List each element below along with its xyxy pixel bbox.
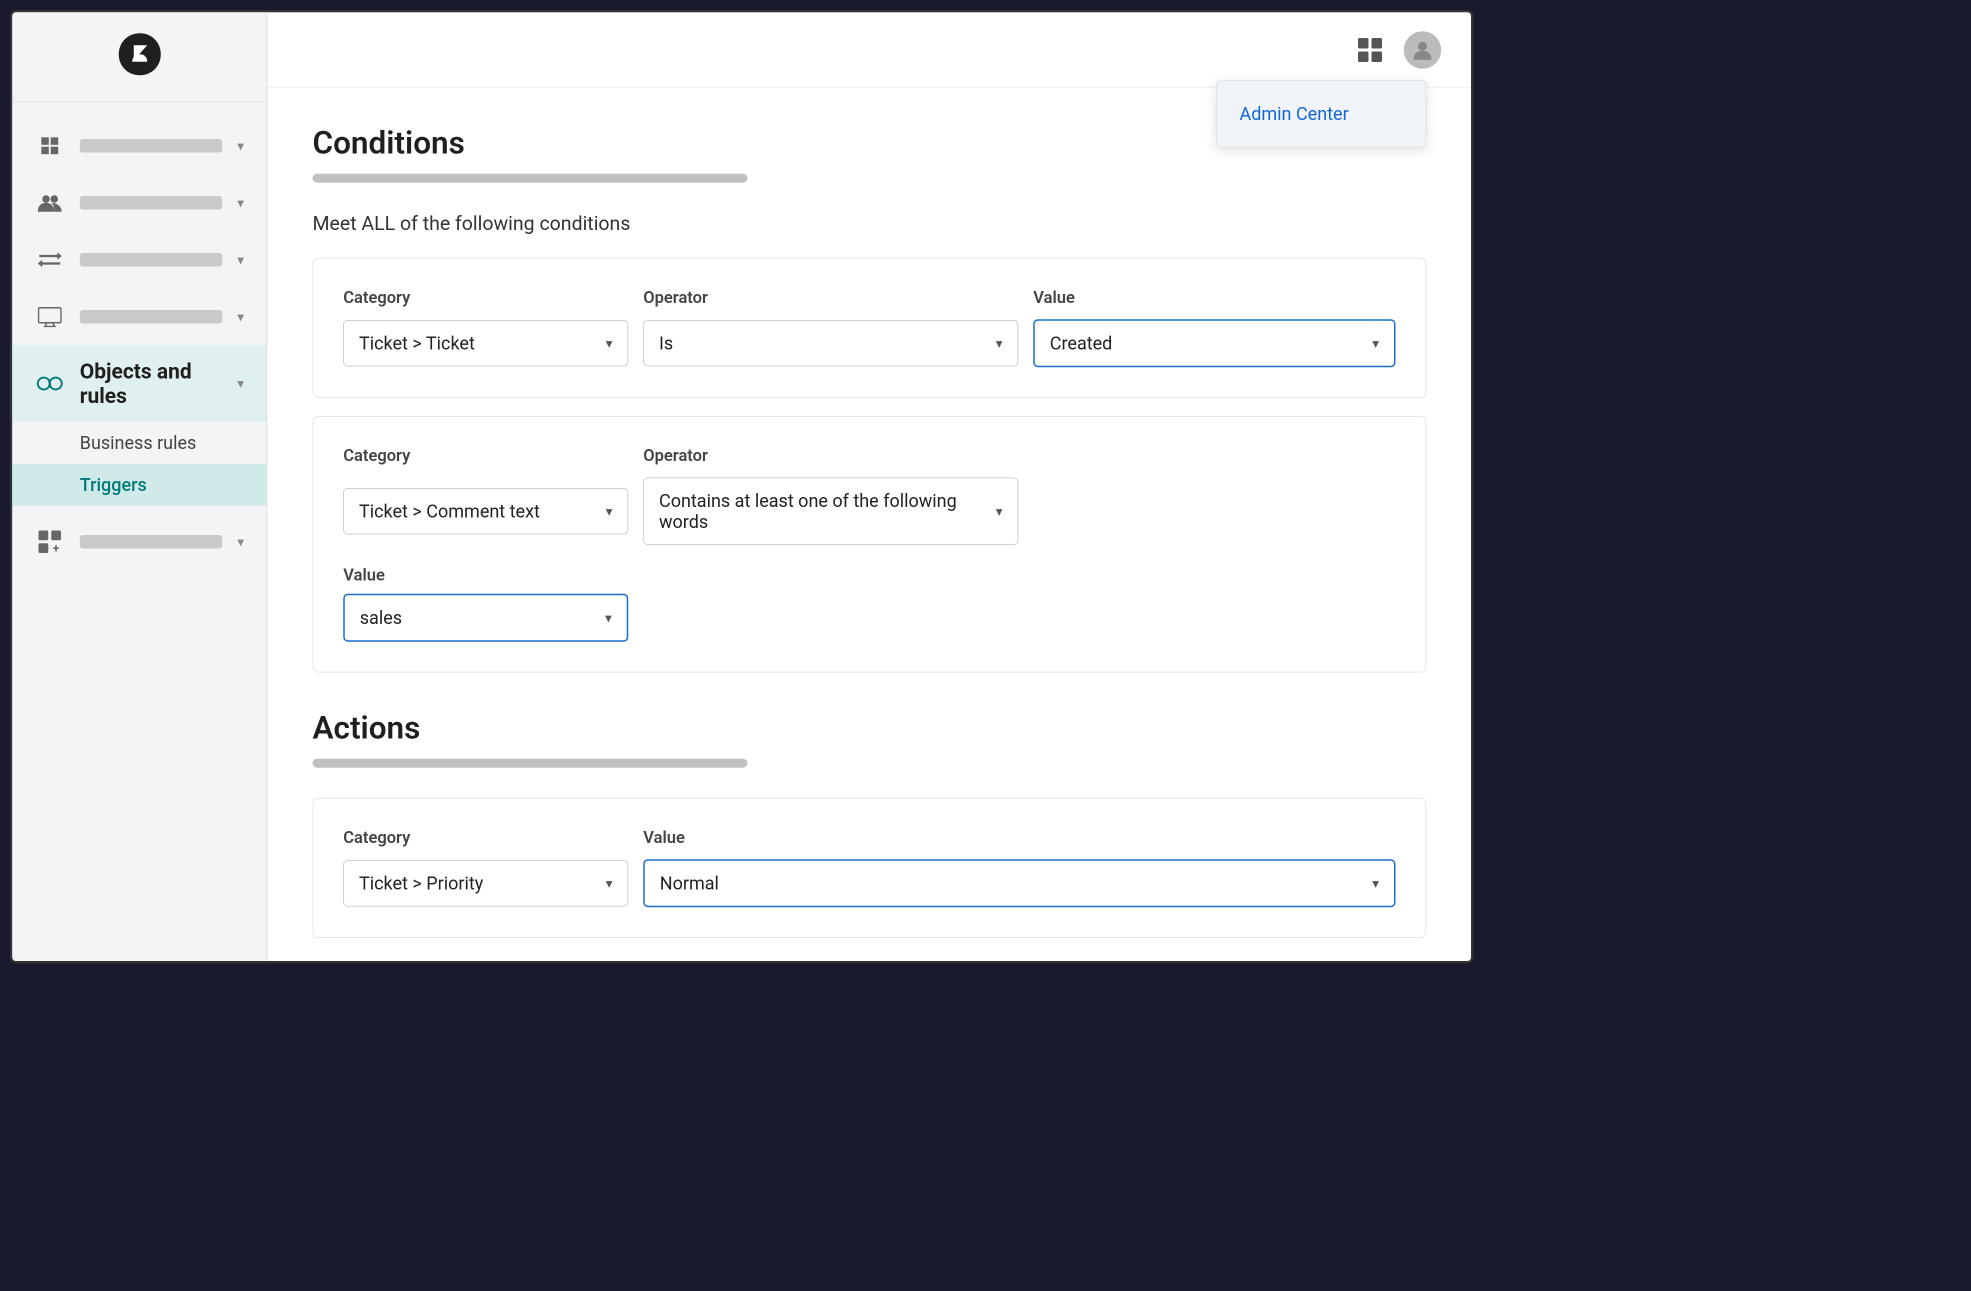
grid-dot bbox=[1371, 37, 1382, 48]
home-icon bbox=[35, 131, 65, 161]
people-icon bbox=[35, 188, 65, 218]
value-select-1[interactable]: Created ▾ bbox=[1033, 319, 1395, 367]
action-value-chevron-1: ▾ bbox=[1372, 875, 1379, 891]
svg-text:+: + bbox=[53, 541, 60, 554]
action-row1-labels: Category Value bbox=[343, 828, 1395, 847]
nav-label-bar bbox=[80, 535, 222, 549]
operator-select-1-text: Is bbox=[659, 333, 673, 354]
action-category-select-1[interactable]: Ticket > Priority ▾ bbox=[343, 860, 628, 907]
nav-chevron: ▾ bbox=[237, 252, 244, 268]
operator-select-2-text: Contains at least one of the following w… bbox=[659, 490, 988, 532]
category-select-2-text: Ticket > Comment text bbox=[359, 501, 540, 522]
grid-icon bbox=[1358, 37, 1382, 61]
sidebar-item-home[interactable]: ▾ bbox=[12, 117, 266, 174]
nav-label-bar bbox=[80, 310, 222, 324]
actions-title: Actions bbox=[312, 710, 1426, 747]
value-select-1-text: Created bbox=[1050, 333, 1113, 354]
row1-labels: Category Operator Value bbox=[343, 288, 1395, 307]
nav-chevron: ▾ bbox=[237, 195, 244, 211]
row2-value-section: Value sales ▾ bbox=[343, 566, 1395, 642]
action-card-1: Category Value Ticket > Priority ▾ Norma… bbox=[312, 798, 1426, 938]
category-select-2[interactable]: Ticket > Comment text ▾ bbox=[343, 488, 628, 535]
operator-label-1: Operator bbox=[643, 288, 1033, 307]
objects-rules-icon bbox=[35, 369, 65, 399]
sidebar-item-objects-and-rules[interactable]: Objects and rules ▾ bbox=[12, 345, 266, 422]
nav-chevron: ▾ bbox=[237, 309, 244, 325]
actions-section: Actions Category Value Ticket > Priority… bbox=[312, 710, 1426, 938]
action-row1-fields: Ticket > Priority ▾ Normal ▾ bbox=[343, 859, 1395, 907]
routing-icon bbox=[35, 245, 65, 275]
operator-select-1[interactable]: Is ▾ bbox=[643, 320, 1018, 367]
sidebar-item-triggers[interactable]: Triggers bbox=[12, 464, 266, 506]
header-icons bbox=[1351, 31, 1441, 69]
objects-and-rules-label: Objects and rules bbox=[80, 359, 222, 409]
value-label-2: Value bbox=[343, 566, 1395, 585]
condition-card-1: Category Operator Value Ticket > Ticket … bbox=[312, 258, 1426, 398]
grid-dot bbox=[1358, 51, 1369, 62]
value-select-2-text: sales bbox=[360, 607, 402, 628]
nav-chevron: ▾ bbox=[237, 376, 244, 392]
category-chevron-2: ▾ bbox=[605, 503, 612, 519]
sidebar-item-business-rules[interactable]: Business rules bbox=[12, 422, 266, 464]
sidebar-item-people[interactable]: ▾ bbox=[12, 174, 266, 231]
admin-center-dropdown: Admin Center bbox=[1216, 80, 1426, 148]
top-header: Admin Center bbox=[267, 12, 1471, 87]
user-avatar[interactable] bbox=[1404, 31, 1442, 69]
value-label-1: Value bbox=[1033, 288, 1395, 307]
sidebar-nav: ▾ ▾ bbox=[12, 102, 266, 961]
action-category-chevron-1: ▾ bbox=[605, 875, 612, 891]
action-value-label-1: Value bbox=[643, 828, 1395, 847]
action-category-select-1-text: Ticket > Priority bbox=[359, 873, 483, 894]
zendesk-logo bbox=[109, 27, 169, 87]
sidebar-item-routing[interactable]: ▾ bbox=[12, 231, 266, 288]
sidebar: ▾ ▾ bbox=[12, 12, 267, 961]
admin-center-link[interactable]: Admin Center bbox=[1217, 88, 1426, 139]
nav-label-bar bbox=[80, 253, 222, 267]
value-chevron-1: ▾ bbox=[1372, 335, 1379, 351]
grid-dot bbox=[1371, 51, 1382, 62]
row2-fields: Ticket > Comment text ▾ Contains at leas… bbox=[343, 477, 1395, 545]
action-category-label-1: Category bbox=[343, 828, 643, 847]
conditions-progress-bar bbox=[312, 174, 747, 183]
value-chevron-2: ▾ bbox=[605, 610, 612, 626]
operator-select-2[interactable]: Contains at least one of the following w… bbox=[643, 477, 1018, 545]
operator-label-2: Operator bbox=[643, 447, 1033, 466]
category-select-1-text: Ticket > Ticket bbox=[359, 333, 475, 354]
nav-chevron: ▾ bbox=[237, 534, 244, 550]
page-body: Conditions Meet ALL of the following con… bbox=[267, 87, 1471, 961]
value-select-2[interactable]: sales ▾ bbox=[343, 594, 628, 642]
conditions-section: Conditions Meet ALL of the following con… bbox=[312, 125, 1426, 673]
apps-grid-button[interactable] bbox=[1351, 31, 1389, 69]
row1-fields: Ticket > Ticket ▾ Is ▾ Created ▾ bbox=[343, 319, 1395, 367]
main-content: Admin Center Conditions Meet ALL of the … bbox=[267, 12, 1471, 961]
category-label-2: Category bbox=[343, 447, 643, 466]
row2-labels: Category Operator bbox=[343, 447, 1395, 466]
sidebar-item-marketplace[interactable]: + ▾ bbox=[12, 513, 266, 570]
sidebar-item-workspace[interactable]: ▾ bbox=[12, 288, 266, 345]
marketplace-icon: + bbox=[35, 527, 65, 557]
condition-card-2: Category Operator Ticket > Comment text … bbox=[312, 416, 1426, 673]
sub-menu-objects-rules: Business rules Triggers bbox=[12, 422, 266, 514]
nav-label-bar bbox=[80, 196, 222, 210]
nav-label-bar bbox=[80, 139, 222, 153]
operator-chevron-2: ▾ bbox=[995, 503, 1002, 519]
logo-area bbox=[12, 12, 266, 102]
category-select-1[interactable]: Ticket > Ticket ▾ bbox=[343, 320, 628, 367]
operator-chevron-1: ▾ bbox=[995, 335, 1002, 351]
workspace-icon bbox=[35, 302, 65, 332]
grid-dot bbox=[1358, 37, 1369, 48]
conditions-meet-text: Meet ALL of the following conditions bbox=[312, 213, 1426, 236]
page-footer: Create trigger ▾ bbox=[312, 956, 1426, 961]
action-value-select-1-text: Normal bbox=[660, 873, 719, 894]
category-label-1: Category bbox=[343, 288, 643, 307]
action-value-select-1[interactable]: Normal ▾ bbox=[643, 859, 1395, 907]
category-chevron-1: ▾ bbox=[605, 335, 612, 351]
actions-progress-bar bbox=[312, 759, 747, 768]
nav-chevron: ▾ bbox=[237, 138, 244, 154]
